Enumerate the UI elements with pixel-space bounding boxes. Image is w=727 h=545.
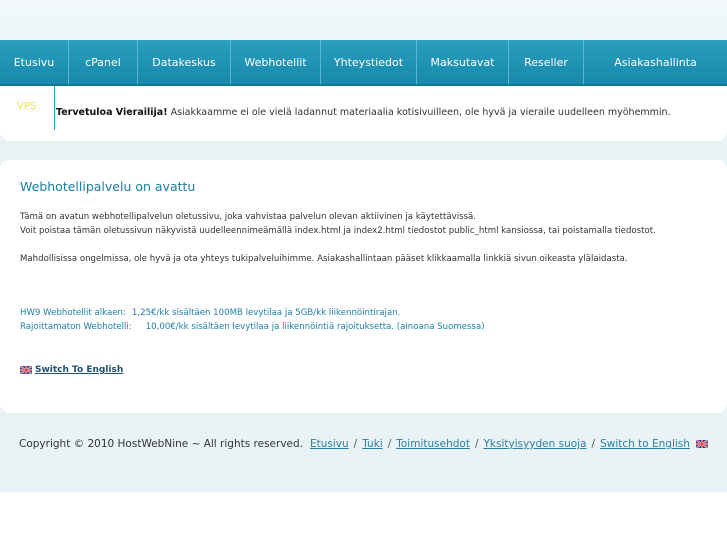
page-title: Webhotellipalvelu on avattu [20,179,196,194]
footer-link-etusivu[interactable]: Etusivu [310,438,349,450]
switch-to-english-link[interactable]: Switch To English [35,365,123,375]
switch-language: Switch To English [20,365,123,375]
offer-hw9: HW9 Webhotellit alkaen: 1,25€/kk sisältäe… [20,308,400,318]
welcome-greeting: Tervetuloa Vierailija! [56,107,168,118]
support-paragraph: Mahdollisissa ongelmissa, ole hyvä ja ot… [20,254,628,264]
welcome-bar: VPS Tervetuloa Vierailija! Asiakkaamme e… [0,86,727,141]
nav-item-webhotellit[interactable]: Webhotellit [231,40,321,84]
nav-item-asiakashallinta[interactable]: Asiakashallinta [584,40,727,84]
footer-links: Etusivu / Tuki / Toimitusehdot / Yksityi… [310,438,708,450]
footer-copyright: Copyright © 2010 HostWebNine ~ All right… [19,438,304,450]
footer-link-toimitusehdot[interactable]: Toimitusehdot [396,438,470,450]
footer-link-yksityisyyden-suoja[interactable]: Yksityisyyden suoja [483,438,586,450]
nav-item-reseller[interactable]: Reseller [509,40,584,84]
uk-flag-icon [20,366,32,374]
nav-item-yhteystiedot[interactable]: Yhteystiedot [321,40,417,84]
footer-separator: / [474,438,479,450]
offer-hw9-value: 1,25€/kk sisältäen 100MB levytilaa ja 5G… [131,308,401,318]
main-content: Webhotellipalvelu on avattu Tämä on avat… [0,160,727,413]
main-navigation: Etusivu cPanel Datakeskus Webhotellit Yh… [0,40,727,86]
footer-separator: / [591,438,596,450]
intro-line-1: Tämä on avatun webhotellipalvelun oletus… [20,212,477,222]
footer-separator: / [353,438,358,450]
intro-line-2: Voit poistaa tämän oletussivun näkyvistä… [20,226,656,236]
footer-link-tuki[interactable]: Tuki [362,438,382,450]
nav-item-etusivu[interactable]: Etusivu [0,40,69,84]
vps-tag: VPS [17,101,37,112]
offer-hw9-label: HW9 Webhotellit alkaen: [20,308,126,318]
offer-unlimited-label: Rajoittamaton Webhotelli: [20,322,132,332]
uk-flag-icon [695,440,708,448]
nav-item-datakeskus[interactable]: Datakeskus [138,40,231,84]
divider [54,86,55,130]
welcome-text: Asiakkaamme ei ole vielä ladannut materi… [167,107,671,118]
footer-separator: / [387,438,392,450]
nav-item-maksutavat[interactable]: Maksutavat [417,40,509,84]
offer-unlimited-value: 10,00€/kk sisältäen levytilaa ja liikenn… [145,322,485,332]
offer-unlimited: Rajoittamaton Webhotelli: 10,00€/kk sisäl… [20,322,485,332]
intro-paragraph: Tämä on avatun webhotellipalvelun oletus… [20,210,656,238]
footer-link-switch-to-english[interactable]: Switch to English [600,438,690,450]
welcome-message: Tervetuloa Vierailija! Asiakkaamme ei ol… [56,107,671,118]
nav-item-cpanel[interactable]: cPanel [69,40,138,84]
header-strip [0,0,727,40]
